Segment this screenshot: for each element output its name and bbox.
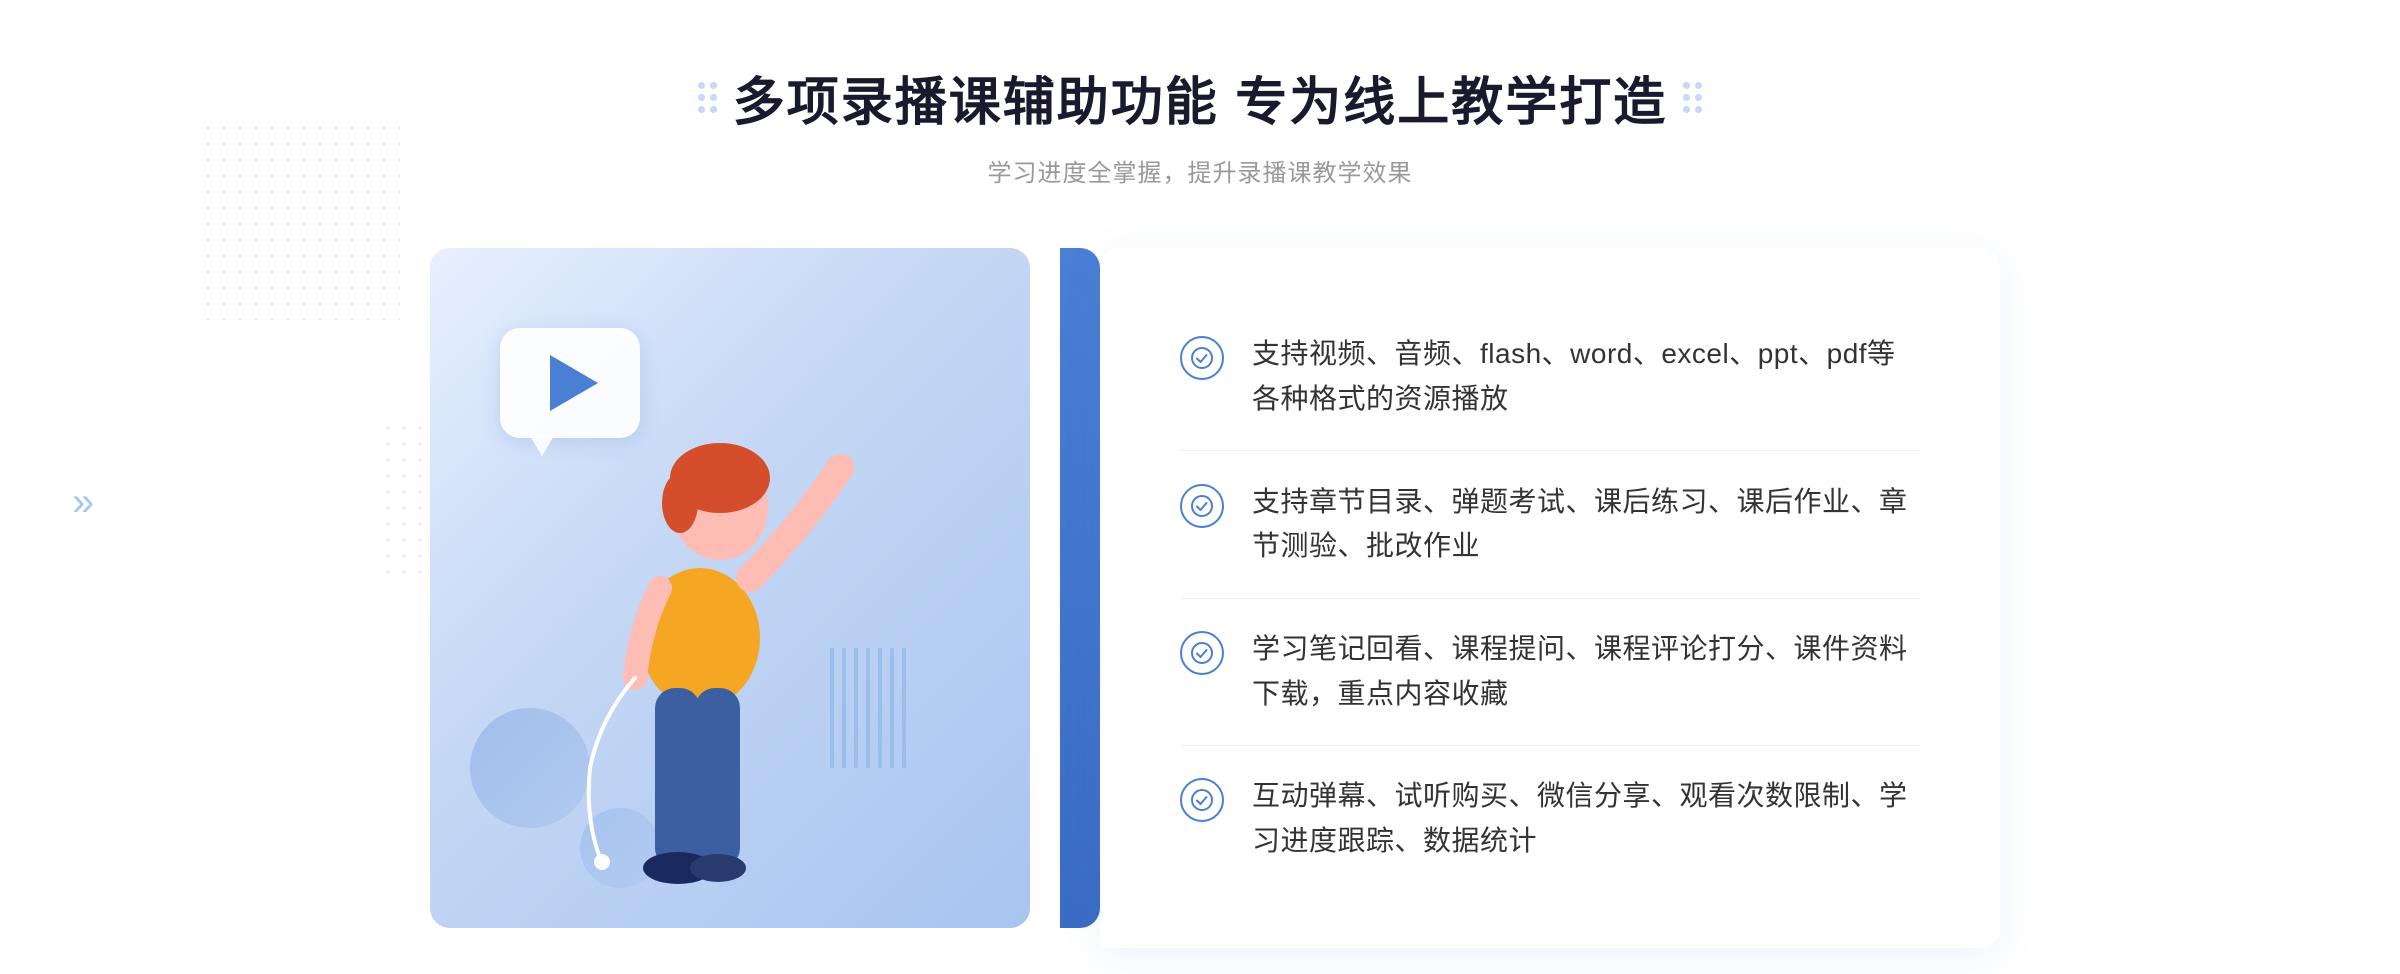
feature-text-2: 支持章节目录、弹题考试、课后练习、课后作业、章节测验、批改作业 bbox=[1252, 480, 1920, 570]
feature-item-2: 支持章节目录、弹题考试、课后练习、课后作业、章节测验、批改作业 bbox=[1180, 460, 1920, 590]
main-content: 支持视频、音频、flash、word、excel、ppt、pdf等各种格式的资源… bbox=[400, 248, 2000, 948]
check-circle-3 bbox=[1180, 631, 1224, 675]
feature-item-1: 支持视频、音频、flash、word、excel、ppt、pdf等各种格式的资源… bbox=[1180, 312, 1920, 442]
feature-item-4: 互动弹幕、试听购买、微信分享、观看次数限制、学习进度跟踪、数据统计 bbox=[1180, 754, 1920, 884]
feature-item-3: 学习笔记回看、课程提问、课程评论打分、课件资料下载，重点内容收藏 bbox=[1180, 607, 1920, 737]
check-circle-4 bbox=[1180, 778, 1224, 822]
illustration-area bbox=[400, 248, 1100, 948]
feature-divider-1 bbox=[1180, 450, 1920, 451]
header-section: 多项录播课辅助功能 专为线上教学打造 学习进度全掌握，提升录播课教学效果 bbox=[698, 60, 1702, 188]
feature-text-4: 互动弹幕、试听购买、微信分享、观看次数限制、学习进度跟踪、数据统计 bbox=[1252, 774, 1920, 864]
feature-divider-2 bbox=[1180, 598, 1920, 599]
dots-icon-left bbox=[698, 82, 717, 113]
check-icon-2 bbox=[1180, 484, 1224, 528]
check-icon-3 bbox=[1180, 631, 1224, 675]
header-title-wrapper: 多项录播课辅助功能 专为线上教学打造 bbox=[698, 60, 1702, 135]
check-icon-4 bbox=[1180, 778, 1224, 822]
page-subtitle: 学习进度全掌握，提升录播课教学效果 bbox=[698, 153, 1702, 188]
feature-text-3: 学习笔记回看、课程提问、课程评论打分、课件资料下载，重点内容收藏 bbox=[1252, 627, 1920, 717]
check-circle-1 bbox=[1180, 336, 1224, 380]
page-wrapper: » 多项录播课辅助功能 专为线上教学打造 学习进度全掌握，提升录播课教学效果 bbox=[0, 0, 2400, 974]
page-title: 多项录播课辅助功能 专为线上教学打造 bbox=[733, 60, 1667, 135]
chevron-left-decoration: » bbox=[72, 480, 94, 525]
illustration-blue-bar bbox=[1060, 248, 1100, 928]
check-icon-1 bbox=[1180, 336, 1224, 380]
dots-decoration-top-left bbox=[200, 120, 400, 320]
feature-divider-3 bbox=[1180, 745, 1920, 746]
check-circle-2 bbox=[1180, 484, 1224, 528]
dots-icon-right bbox=[1683, 82, 1702, 113]
human-figure-illustration bbox=[480, 348, 940, 948]
features-area: 支持视频、音频、flash、word、excel、ppt、pdf等各种格式的资源… bbox=[1100, 248, 2000, 948]
feature-text-1: 支持视频、音频、flash、word、excel、ppt、pdf等各种格式的资源… bbox=[1252, 332, 1920, 422]
